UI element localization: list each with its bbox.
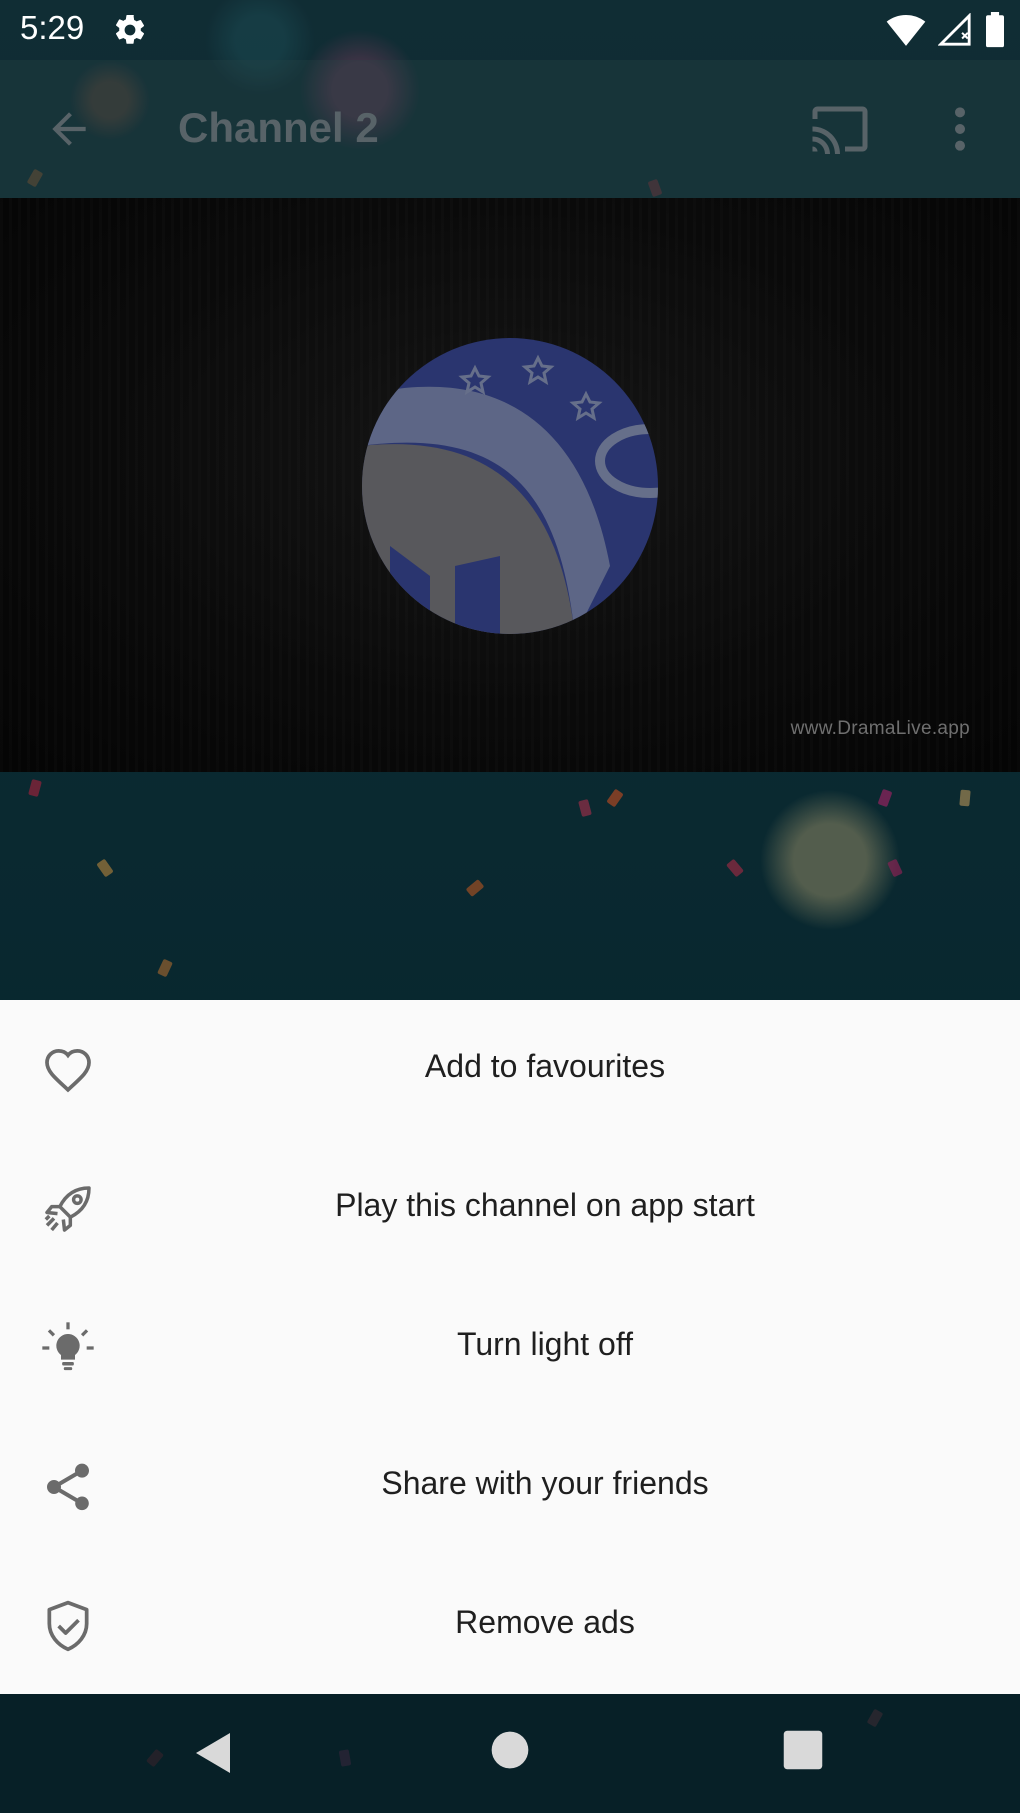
turn-light-off-item[interactable]: Turn light off — [0, 1278, 1020, 1417]
scrim[interactable] — [0, 60, 1020, 1000]
navigation-bar — [0, 1694, 1020, 1813]
status-bar: 5:29 — [0, 0, 1020, 60]
sheet-item-label: Play this channel on app start — [335, 1187, 755, 1223]
wifi-icon — [886, 15, 926, 46]
play-on-app-start-item[interactable]: Play this channel on app start — [0, 1139, 1020, 1278]
bottom-sheet: Add to favourites Play this channel on a… — [0, 1000, 1020, 1694]
nav-home-icon[interactable] — [490, 1730, 530, 1770]
sheet-item-label: Turn light off — [456, 1326, 634, 1362]
status-time: 5:29 — [20, 9, 85, 46]
status-icons — [886, 10, 1006, 50]
sheet-item-label: Share with your friends — [381, 1465, 709, 1501]
sheet-item-label: Add to favourites — [424, 1048, 666, 1084]
remove-ads-item[interactable]: Remove ads — [0, 1556, 1020, 1695]
sheet-item-label: Remove ads — [455, 1604, 635, 1640]
battery-icon — [986, 12, 1004, 48]
gear-icon — [115, 14, 145, 44]
signal-icon — [938, 13, 971, 46]
add-to-favourites-item[interactable]: Add to favourites — [0, 1000, 1020, 1139]
nav-back-icon[interactable] — [190, 1728, 238, 1778]
share-item[interactable]: Share with your friends — [0, 1417, 1020, 1556]
nav-recents-icon[interactable] — [782, 1729, 824, 1771]
